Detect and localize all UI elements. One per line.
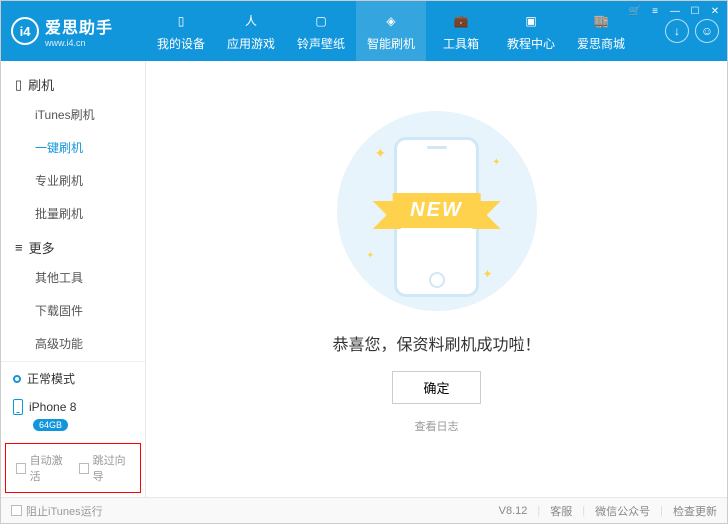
checkbox-label: 自动激活 — [30, 452, 67, 484]
book-icon: ▣ — [521, 11, 541, 31]
tab-label: 教程中心 — [507, 35, 555, 52]
tab-label: 工具箱 — [443, 35, 479, 52]
sparkle-icon: ✦ — [375, 145, 387, 162]
success-illustration: ✦ ✦ ✦ ✦ NEW — [337, 111, 537, 311]
toolbox-icon: 💼 — [451, 11, 471, 31]
sparkle-icon: ✦ — [482, 267, 492, 281]
logo-icon: i4 — [11, 17, 39, 45]
sidebar-item-other-tools[interactable]: 其他工具 — [1, 261, 145, 294]
phone-icon: ▯ — [171, 11, 191, 31]
minimize-button[interactable]: — — [669, 5, 681, 17]
sidebar-item-download-firmware[interactable]: 下载固件 — [1, 294, 145, 327]
maximize-button[interactable]: ☐ — [689, 5, 701, 17]
tab-label: 铃声壁纸 — [297, 35, 345, 52]
device-row[interactable]: iPhone 8 64GB — [1, 395, 145, 441]
footer-link-wechat[interactable]: 微信公众号 — [595, 503, 650, 519]
skip-guide-checkbox[interactable]: 跳过向导 — [79, 452, 130, 484]
apps-icon: 人 — [241, 11, 261, 31]
tab-my-device[interactable]: ▯ 我的设备 — [146, 1, 216, 61]
footer-link-support[interactable]: 客服 — [550, 503, 572, 519]
sidebar-item-batch-flash[interactable]: 批量刷机 — [1, 197, 145, 230]
close-button[interactable]: ✕ — [709, 5, 721, 17]
device-name: iPhone 8 — [29, 400, 76, 414]
footer-link-update[interactable]: 检查更新 — [673, 503, 717, 519]
sidebar-item-oneclick-flash[interactable]: 一键刷机 — [1, 131, 145, 164]
tab-flash[interactable]: ◈ 智能刷机 — [356, 1, 426, 61]
ribbon-text: NEW — [392, 193, 481, 228]
storage-badge: 64GB — [33, 419, 68, 431]
status-dot-icon — [13, 375, 21, 383]
download-button[interactable]: ↓ — [665, 19, 689, 43]
tab-apps[interactable]: 人 应用游戏 — [216, 1, 286, 61]
tab-label: 应用游戏 — [227, 35, 275, 52]
auto-activate-checkbox[interactable]: 自动激活 — [16, 452, 67, 484]
tab-tutorials[interactable]: ▣ 教程中心 — [496, 1, 566, 61]
block-itunes-checkbox[interactable]: 阻止iTunes运行 — [11, 503, 103, 519]
checkbox-label: 跳过向导 — [93, 452, 130, 484]
version-label: V8.12 — [499, 505, 528, 517]
ribbon: NEW — [392, 193, 481, 228]
brand-name: 爱思助手 — [45, 14, 113, 38]
group-title: 刷机 — [28, 75, 54, 94]
confirm-button[interactable]: 确定 — [392, 371, 480, 404]
sidebar-group-more: ≡ 更多 — [1, 230, 145, 261]
cart-icon[interactable]: 🛒 — [629, 5, 641, 17]
sidebar-item-pro-flash[interactable]: 专业刷机 — [1, 164, 145, 197]
menu-icon: ≡ — [15, 240, 23, 255]
tab-label: 我的设备 — [157, 35, 205, 52]
sidebar-item-advanced[interactable]: 高级功能 — [1, 327, 145, 360]
checkbox-icon — [16, 463, 26, 474]
device-icon: ▯ — [15, 77, 22, 93]
sidebar-group-flash: ▯ 刷机 — [1, 67, 145, 98]
logo-area: i4 爱思助手 www.i4.cn — [1, 14, 146, 48]
highlighted-options: 自动激活 跳过向导 — [5, 443, 141, 493]
brand-domain: www.i4.cn — [45, 38, 113, 48]
view-log-link[interactable]: 查看日志 — [415, 418, 459, 434]
group-title: 更多 — [29, 238, 55, 257]
sparkle-icon: ✦ — [367, 250, 375, 261]
tab-label: 智能刷机 — [367, 35, 415, 52]
status-label: 正常模式 — [27, 370, 75, 387]
image-icon: ▢ — [311, 11, 331, 31]
tab-ringtones[interactable]: ▢ 铃声壁纸 — [286, 1, 356, 61]
tab-label: 爱思商城 — [577, 35, 625, 52]
checkbox-icon — [11, 505, 22, 516]
tab-store[interactable]: 🏬 爱思商城 — [566, 1, 636, 61]
success-message: 恭喜您，保资料刷机成功啦！ — [332, 331, 540, 355]
flash-icon: ◈ — [381, 11, 401, 31]
phone-icon — [13, 399, 23, 415]
checkbox-label: 阻止iTunes运行 — [26, 503, 103, 519]
tab-toolbox[interactable]: 💼 工具箱 — [426, 1, 496, 61]
sparkle-icon: ✦ — [492, 157, 500, 168]
sidebar-item-itunes-flash[interactable]: iTunes刷机 — [1, 98, 145, 131]
user-button[interactable]: ☺ — [695, 19, 719, 43]
checkbox-icon — [79, 463, 89, 474]
status-row[interactable]: 正常模式 — [1, 362, 145, 395]
store-icon: 🏬 — [591, 11, 611, 31]
menu-icon[interactable]: ≡ — [649, 5, 661, 17]
